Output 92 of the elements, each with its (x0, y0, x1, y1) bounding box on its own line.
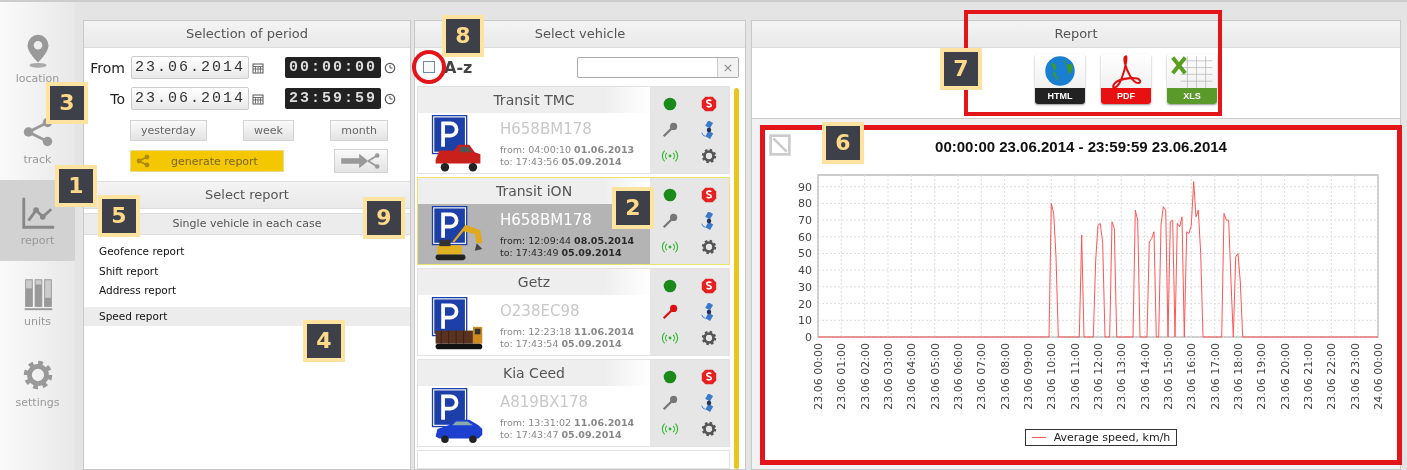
x-tick-label: 23.06 23:00 (1348, 343, 1362, 410)
y-tick-label: 0 (805, 331, 812, 344)
date-field[interactable]: 23.06.2014 (130, 87, 249, 110)
settings-icon[interactable] (700, 329, 719, 347)
step-number-tooltip: 3 (46, 82, 88, 124)
x-tick-label: 23.06 12:00 (1092, 343, 1105, 410)
step-number-tooltip: 4 (303, 320, 345, 362)
html-export-button[interactable]: HTML (1035, 54, 1085, 104)
x-tick-label: 23.06 09:00 (1022, 343, 1035, 410)
step-number-tooltip: 9 (363, 197, 405, 239)
x-tick-label: 23.06 15:00 (1162, 343, 1175, 410)
tracking-end: to: 17:43:56 05.09.2014 (500, 155, 623, 167)
calendar-icon[interactable] (252, 61, 264, 74)
legend-label: Average speed, km/h (1053, 431, 1171, 444)
panel-header: Selection of period (84, 21, 410, 48)
report-list-item[interactable]: Shift report (84, 261, 410, 281)
period-preset-button[interactable]: month (330, 120, 388, 141)
x-tick-label: 23.06 11:00 (1068, 343, 1082, 410)
tracking-end: to: 17:43:54 05.09.2014 (500, 337, 623, 349)
sort-label: A-z (444, 57, 473, 77)
y-tick-label: 20 (798, 297, 812, 311)
stop-sign-icon (700, 277, 719, 295)
report-list-item[interactable]: Address report (84, 281, 410, 301)
x-tick-label: 23.06 20:00 (1278, 343, 1292, 410)
scrollbar[interactable] (734, 88, 739, 469)
tracking-start: from: 13:31:02 11.06.2014 (500, 416, 635, 428)
step-number-tooltip: 7 (940, 48, 982, 90)
x-tick-label: 23.06 18:00 (1232, 343, 1245, 410)
y-tick-label: 90 (798, 180, 812, 194)
export-route-button[interactable] (334, 149, 388, 173)
x-tick-label: 23.06 03:00 (882, 343, 895, 410)
xls-export-button[interactable]: XLS (1167, 54, 1217, 104)
x-tick-label: 23.06 22:00 (1325, 343, 1339, 410)
x-tick-label: 23.06 14:00 (1138, 343, 1152, 410)
chart-title: 00:00:00 23.06.2014 - 23:59:59 23.06.2014 (935, 138, 1227, 155)
report-list-item[interactable]: Geofence report (84, 242, 410, 262)
tracking-end: to: 17:43:47 05.09.2014 (500, 428, 623, 440)
date-field[interactable]: 23.06.2014 (130, 56, 249, 79)
pdf-export-button[interactable]: PDF (1101, 54, 1151, 104)
stop-sign-icon (700, 95, 719, 113)
y-tick-label: 30 (798, 280, 812, 294)
time-field[interactable]: 00:00:00 (285, 57, 381, 78)
x-tick-label: 23.06 00:00 (812, 343, 825, 410)
x-tick-label: 23.06 17:00 (1208, 343, 1222, 410)
licence-plate: H658BM178 (500, 210, 593, 229)
tracking-start: from: 12:09:44 08.05.2014 (500, 234, 635, 246)
x-tick-label: 23.06 07:00 (975, 343, 989, 410)
period-label: From (90, 59, 125, 76)
x-tick-label: 23.06 01:00 (835, 343, 849, 410)
share-nodes-icon (135, 153, 151, 169)
legend-line-icon (1031, 437, 1046, 438)
calendar-icon[interactable] (252, 92, 264, 105)
step-number-tooltip: 8 (442, 15, 484, 57)
tracking-end: to: 17:43:49 05.09.2014 (500, 246, 623, 258)
x-tick-label: 23.06 10:00 (1045, 343, 1059, 410)
step-number-tooltip: 6 (822, 122, 864, 164)
step-number-tooltip: 1 (55, 165, 97, 207)
x-tick-label: 23.06 04:00 (905, 343, 919, 410)
x-tick-label: 23.06 19:00 (1255, 343, 1269, 410)
x-tick-label: 23.06 21:00 (1302, 343, 1315, 410)
y-tick-label: 60 (798, 230, 812, 244)
x-tick-label: 23.06 08:00 (998, 343, 1012, 410)
y-tick-label: 50 (798, 247, 812, 261)
search-field[interactable]: × (577, 56, 739, 78)
period-label: To (110, 90, 125, 107)
report-list-item[interactable]: Speed report (84, 306, 410, 326)
tracking-start: from: 04:00:10 01.06.2013 (500, 143, 635, 155)
settings-icon[interactable] (700, 238, 719, 256)
y-tick-label: 10 (798, 314, 812, 328)
generate-report-button[interactable]: generate report (130, 150, 284, 172)
x-tick-label: 23.06 06:00 (952, 343, 965, 410)
period-preset-button[interactable]: yesterday (130, 120, 207, 141)
settings-icon[interactable] (700, 420, 719, 438)
settings-icon[interactable] (700, 147, 719, 165)
y-tick-label: 70 (798, 214, 812, 228)
time-field[interactable]: 23:59:59 (285, 88, 381, 109)
y-tick-label: 40 (798, 264, 812, 278)
step-number-tooltip: 5 (98, 195, 140, 237)
y-tick-label: 80 (798, 197, 812, 211)
x-tick-label: 23.06 13:00 (1115, 343, 1129, 410)
x-tick-label: 24.06 00:00 (1372, 343, 1385, 410)
clock-icon[interactable] (384, 92, 396, 105)
period-preset-button[interactable]: week (243, 120, 294, 141)
tracking-start: from: 12:23:18 11.06.2014 (500, 325, 635, 337)
clock-icon[interactable] (384, 61, 396, 74)
sort-checkbox[interactable] (423, 61, 435, 73)
x-tick-label: 23.06 05:00 (928, 343, 942, 410)
stop-sign-icon (700, 368, 719, 386)
clear-button[interactable]: × (717, 57, 738, 77)
x-tick-label: 23.06 02:00 (858, 343, 872, 410)
x-tick-label: 23.06 16:00 (1185, 343, 1199, 410)
stop-sign-icon (700, 186, 719, 204)
